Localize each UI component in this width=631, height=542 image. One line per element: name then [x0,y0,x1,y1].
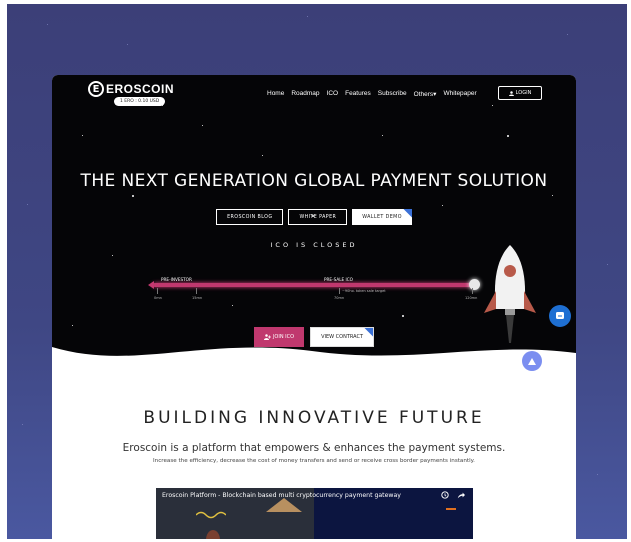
hero-section: E EROSCOIN 1 ERO : 0.10 USD Home Roadmap… [52,75,576,360]
nav-features[interactable]: Features [345,90,371,98]
kite-icon [266,498,302,512]
pre-sale-label: PRE-SALE ICO [324,277,353,282]
video-progress-mark [446,508,456,510]
view-contract-button[interactable]: VIEW CONTRACT [310,327,375,347]
chat-button[interactable] [549,305,571,327]
video-title[interactable]: Eroscoin Platform - Blockchain based mul… [162,492,401,499]
new-ribbon-icon [400,209,412,221]
login-label: LOGIN [515,90,532,96]
scroll-top-button[interactable] [522,351,542,371]
view-contract-label: VIEW CONTRACT [321,334,364,340]
user-icon [508,90,514,96]
nav-subscribe[interactable]: Subscribe [378,90,407,98]
section-lead: Eroscoin is a platform that empowers & e… [122,442,506,454]
scale-label: 120mn [465,296,478,300]
token-target-note: ~90ho. token sale target [342,289,386,293]
pre-investor-label: PRE-INVESTOR [161,277,192,282]
white-paper-button[interactable]: WHITE PAPER [288,209,348,225]
logo-mark-icon: E [88,81,104,97]
section-title: BUILDING INNOVATIVE FUTURE [143,408,485,428]
cta-row: JOIN ICO VIEW CONTRACT [52,327,576,347]
share-icon[interactable] [457,491,465,499]
tick-3 [472,288,473,294]
tick-2 [339,288,340,294]
nav-home[interactable]: Home [267,90,284,98]
wallet-demo-label: WALLET DEMO [362,214,402,220]
hero-headline: THE NEXT GENERATION GLOBAL PAYMENT SOLUT… [80,171,548,191]
website-card: E EROSCOIN 1 ERO : 0.10 USD Home Roadmap… [52,75,576,539]
join-ico-label: JOIN ICO [272,334,295,340]
scale-label: 0mn [154,296,162,300]
nav-ico[interactable]: ICO [327,90,339,98]
logo-text: EROSCOIN [106,82,175,96]
video-controls [441,491,465,499]
ico-progress-bar [153,283,471,287]
section-subtext: Increase the efficiency, decrease the co… [153,458,475,464]
progress-end-marker [469,279,480,290]
price-badge: 1 ERO : 0.10 USD [114,97,166,106]
clock-icon[interactable] [441,491,449,499]
login-button[interactable]: LOGIN [498,86,542,100]
hero-button-row: EROSCOIN BLOG WHITE PAPER WALLET DEMO [52,209,576,225]
nav-roadmap[interactable]: Roadmap [291,90,319,98]
chat-icon [556,312,564,319]
nav-others-dropdown[interactable]: Others▾ [414,90,437,98]
scale-label: 70mn [334,296,345,300]
squiggle-icon [196,511,226,519]
tick-0 [157,288,158,294]
eroscoin-blog-button[interactable]: EROSCOIN BLOG [216,209,284,225]
main-nav: Home Roadmap ICO Features Subscribe Othe… [267,90,484,98]
page-background: E EROSCOIN 1 ERO : 0.10 USD Home Roadmap… [7,4,627,539]
join-ico-button[interactable]: JOIN ICO [253,327,305,347]
wallet-demo-button[interactable]: WALLET DEMO [352,209,412,225]
nav-whitepaper[interactable]: Whitepaper [443,90,476,98]
new-ribbon-icon [361,328,373,340]
eroscoin-logo[interactable]: E EROSCOIN [88,81,174,97]
scale-label: 15mn [192,296,203,300]
tick-1 [196,288,197,294]
arrow-up-icon [528,357,536,365]
video-embed[interactable]: Eroscoin Platform - Blockchain based mul… [156,488,473,539]
figure-silhouette [206,530,220,539]
add-user-icon [263,334,271,340]
